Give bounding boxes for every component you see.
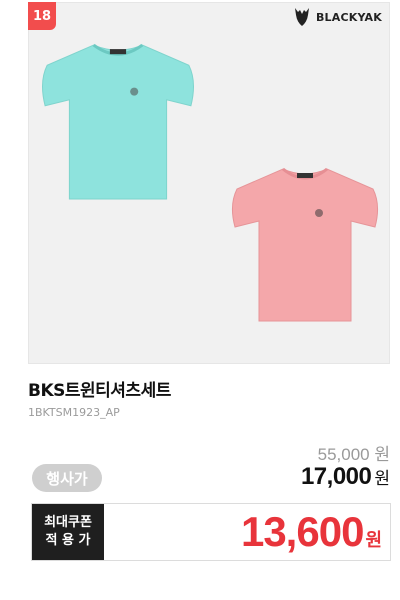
yak-head-icon [294,8,309,26]
sale-price: 17,000 원 [301,463,390,491]
brand-logo: BLACKYAK [292,6,382,28]
original-price-value: 55,000 [317,445,370,464]
product-image[interactable] [28,2,390,364]
original-price-unit: 원 [374,445,390,464]
coupon-price-box: 최대쿠폰 적 용 가 13,600 원 [31,503,391,561]
coupon-label: 최대쿠폰 적 용 가 [32,504,104,560]
original-price: 55,000 원 [318,440,390,465]
coupon-price: 13,600 원 [241,508,382,556]
coupon-label-line1: 최대쿠폰 [44,515,92,530]
rank-badge: 18 [28,2,56,30]
rank-number: 18 [32,8,52,24]
pink-tshirt-image [231,167,379,322]
coupon-label-line2: 적 용 가 [45,533,91,548]
brand-name: BLACKYAK [315,10,382,24]
sale-price-unit: 원 [374,469,390,488]
coupon-price-value: 13,600 [240,508,364,555]
product-code: 1BKTSM1923_AP [28,406,120,419]
product-title[interactable]: BKS트윈티셔츠세트 [28,376,171,401]
mint-tshirt-image [42,43,194,200]
event-price-badge: 행사가 [32,464,102,492]
sale-price-value: 17,000 [300,463,372,490]
coupon-price-unit: 원 [365,530,382,550]
